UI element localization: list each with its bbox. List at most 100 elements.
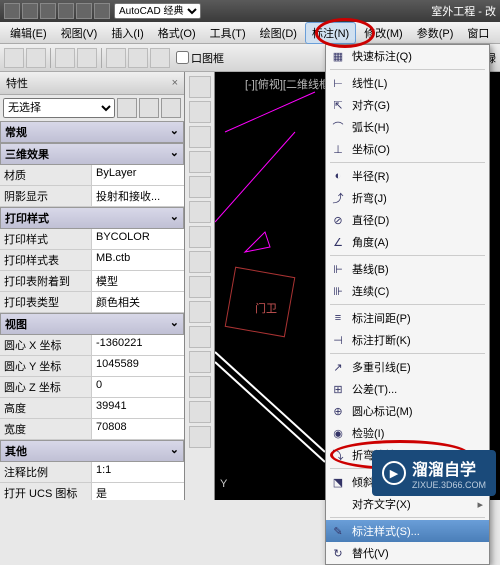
menu-item[interactable]: 格式(O) [152, 23, 202, 43]
property-key: 打印表附着到 [0, 271, 92, 291]
workspace-selector[interactable]: AutoCAD 经典 [114, 3, 201, 19]
menu-item-label: 对齐(G) [352, 97, 390, 113]
menu-item[interactable]: ◉检验(I) [326, 422, 489, 444]
menu-item[interactable]: ⊕圆心标记(M) [326, 400, 489, 422]
menu-item[interactable]: ⊣标注打断(K) [326, 329, 489, 351]
menu-item-label: 公差(T)... [352, 381, 397, 397]
qat-save-icon[interactable] [40, 3, 56, 19]
property-value[interactable]: 0 [92, 377, 184, 397]
line-icon[interactable] [189, 76, 211, 98]
menu-item[interactable]: ⇱对齐(G) [326, 94, 489, 116]
toolbar-icon[interactable] [106, 48, 126, 68]
menu-item-icon: ↗ [330, 359, 346, 375]
category-header[interactable]: 常规⌄ [0, 121, 184, 143]
menu-item[interactable]: 插入(I) [105, 23, 149, 43]
hatch-icon[interactable] [189, 226, 211, 248]
property-value[interactable]: 颜色相关 [92, 292, 184, 312]
menu-item-icon: ◐ [330, 168, 346, 184]
toolbar-icon[interactable] [26, 48, 46, 68]
property-row: 注释比例1:1 [0, 462, 184, 483]
menu-item[interactable]: 编辑(E) [4, 23, 53, 43]
table-icon[interactable] [189, 351, 211, 373]
toolbar-icon[interactable] [150, 48, 170, 68]
property-value[interactable]: 是 [92, 483, 184, 500]
quick-select-icon[interactable] [117, 98, 137, 118]
rectangle-icon[interactable] [189, 176, 211, 198]
category-header[interactable]: 打印样式⌄ [0, 207, 184, 229]
qat-print-icon[interactable] [94, 3, 110, 19]
menu-item[interactable]: ⊢线性(L) [326, 72, 489, 94]
revision-cloud-icon[interactable] [189, 376, 211, 398]
construction-line-icon[interactable] [189, 426, 211, 448]
property-key: 打开 UCS 图标 [0, 483, 92, 500]
property-row: 打印表类型颜色相关 [0, 292, 184, 313]
menu-item[interactable]: ⊘直径(D) [326, 209, 489, 231]
menu-item[interactable]: 窗口 [461, 23, 495, 43]
property-value[interactable]: MB.ctb [92, 250, 184, 270]
menu-item[interactable]: ⊪连续(C) [326, 280, 489, 302]
toolbar-icon[interactable] [77, 48, 97, 68]
menu-item[interactable]: 参数(P) [411, 23, 460, 43]
close-icon[interactable]: × [172, 77, 178, 89]
region-icon[interactable] [189, 326, 211, 348]
text-icon[interactable] [189, 251, 211, 273]
menu-item[interactable]: 视图(V) [55, 23, 104, 43]
menu-item-label: 基线(B) [352, 261, 389, 277]
point-icon[interactable] [189, 301, 211, 323]
menu-item[interactable]: ∠角度(A) [326, 231, 489, 253]
circle-icon[interactable] [189, 126, 211, 148]
property-row: 材质ByLayer [0, 165, 184, 186]
menu-item-icon: ⤵ [330, 447, 346, 463]
menu-item-label: 弧长(H) [352, 119, 389, 135]
toolbar-icon[interactable] [4, 48, 24, 68]
menu-item[interactable]: 对齐文字(X)▸ [326, 493, 489, 515]
menu-item[interactable]: 绘图(D) [254, 23, 303, 43]
category-header[interactable]: 视图⌄ [0, 313, 184, 335]
qat-open-icon[interactable] [22, 3, 38, 19]
menu-item[interactable]: 工具(T) [204, 23, 252, 43]
property-value[interactable]: ByLayer [92, 165, 184, 185]
menu-item[interactable]: ≡标注间距(P) [326, 307, 489, 329]
spline-icon[interactable] [189, 401, 211, 423]
arc-icon[interactable] [189, 151, 211, 173]
property-value[interactable]: 1045589 [92, 356, 184, 376]
block-icon[interactable] [189, 276, 211, 298]
menu-item[interactable]: ✎标注样式(S)... [326, 520, 489, 542]
menu-item-label: 快速标注(Q) [352, 48, 412, 64]
menu-item[interactable]: 修改(M) [358, 23, 409, 43]
menu-item[interactable]: ⌒弧长(H) [326, 116, 489, 138]
qat-undo-icon[interactable] [58, 3, 74, 19]
menu-item[interactable]: ◐ 半径(R) [326, 165, 489, 187]
menu-item[interactable]: ↻替代(V) [326, 542, 489, 564]
menu-bar: 编辑(E)视图(V)插入(I)格式(O)工具(T)绘图(D)标注(N)修改(M)… [0, 22, 500, 44]
frame-checkbox[interactable]: 口图框 [172, 50, 228, 66]
property-value[interactable]: BYCOLOR [92, 229, 184, 249]
menu-item[interactable]: 标注(N) [305, 22, 356, 44]
toolbar-icon[interactable] [128, 48, 148, 68]
polyline-icon[interactable] [189, 101, 211, 123]
ellipse-icon[interactable] [189, 201, 211, 223]
selection-dropdown[interactable]: 无选择 [3, 98, 115, 118]
menu-item[interactable]: ⤴折弯(J) [326, 187, 489, 209]
property-value[interactable]: 投射和接收... [92, 186, 184, 206]
menu-item[interactable]: ⊞公差(T)... [326, 378, 489, 400]
property-value[interactable]: 70808 [92, 419, 184, 439]
toolbar-icon[interactable] [55, 48, 75, 68]
menu-item[interactable]: ↗多重引线(E) [326, 356, 489, 378]
frame-checkbox-input[interactable] [176, 51, 189, 64]
select-objects-icon[interactable] [139, 98, 159, 118]
qat-new-icon[interactable] [4, 3, 20, 19]
property-value[interactable]: 39941 [92, 398, 184, 418]
toggle-pickfirst-icon[interactable] [161, 98, 181, 118]
menu-item-label: 半径(R) [352, 168, 389, 184]
property-value[interactable]: 模型 [92, 271, 184, 291]
property-value[interactable]: 1:1 [92, 462, 184, 482]
property-key: 圆心 Z 坐标 [0, 377, 92, 397]
menu-item[interactable]: ⊩基线(B) [326, 258, 489, 280]
category-header[interactable]: 其他⌄ [0, 440, 184, 462]
menu-item[interactable]: ▦快速标注(Q) [326, 45, 489, 67]
menu-item[interactable]: ⊥坐标(O) [326, 138, 489, 160]
qat-redo-icon[interactable] [76, 3, 92, 19]
category-header[interactable]: 三维效果⌄ [0, 143, 184, 165]
property-value[interactable]: -1360221 [92, 335, 184, 355]
